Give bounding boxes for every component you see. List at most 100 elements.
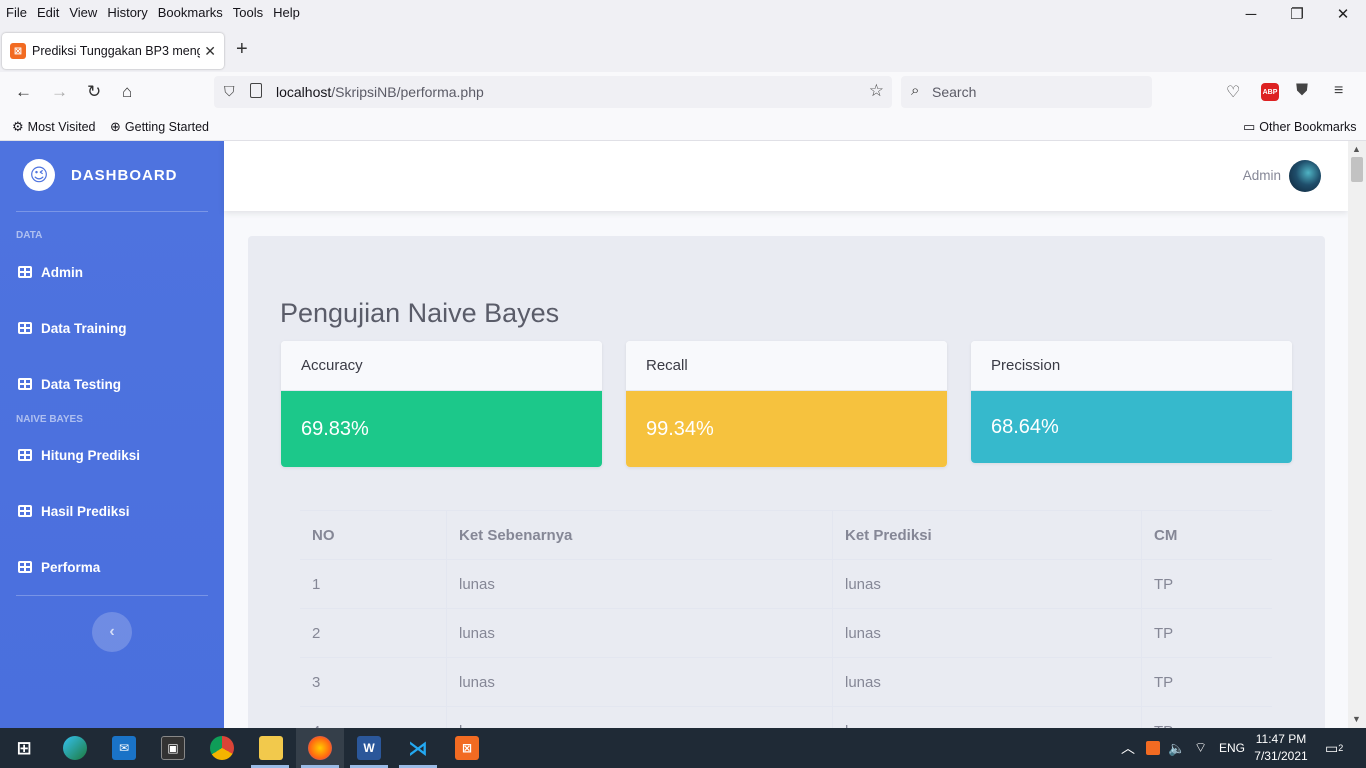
folder-icon: ▭ bbox=[1243, 119, 1256, 134]
search-input[interactable]: ⌕ Search bbox=[901, 76, 1152, 108]
search-placeholder: Search bbox=[932, 84, 977, 100]
table-cell: 1 bbox=[312, 575, 321, 593]
column-header: NO bbox=[312, 526, 335, 544]
scroll-down-icon[interactable]: ▼ bbox=[1352, 714, 1361, 724]
globe-icon: ⊕ bbox=[110, 119, 121, 134]
content-panel: Pengujian Naive Bayes Accuracy 69.83% Re… bbox=[248, 236, 1325, 728]
adblock-plus-icon[interactable]: ABP bbox=[1261, 83, 1279, 101]
table-row: 2 lunas lunas TP bbox=[300, 608, 1272, 657]
bookmark-star-icon[interactable]: ☆ bbox=[869, 81, 884, 101]
browser-tab[interactable]: ⊠ Prediksi Tunggakan BP3 mengg ✕ bbox=[2, 33, 224, 69]
sidebar-divider bbox=[16, 595, 208, 596]
sidebar-item-hitung-prediksi[interactable]: Hitung Prediksi bbox=[0, 440, 224, 470]
table-icon bbox=[18, 266, 32, 278]
page-scrollbar[interactable]: ▲ ▼ bbox=[1348, 141, 1366, 728]
notifications-icon[interactable]: ▭ 2 bbox=[1325, 728, 1343, 768]
sidebar: 😉 DASHBOARD DATA Admin Data Training Dat… bbox=[0, 141, 224, 728]
scrollbar-thumb[interactable] bbox=[1351, 157, 1363, 182]
browser-menubar: File Edit View History Bookmarks Tools H… bbox=[0, 0, 1366, 24]
table-icon bbox=[18, 561, 32, 573]
table-cell: lunas bbox=[446, 560, 832, 608]
forward-icon[interactable]: → bbox=[51, 82, 68, 102]
table-cell: TP bbox=[1141, 609, 1272, 657]
table-cell: TP bbox=[1141, 658, 1272, 706]
gear-icon: ⚙ bbox=[12, 119, 24, 134]
tray-chevron-icon[interactable]: ︿ bbox=[1121, 728, 1135, 768]
windows-start-icon[interactable]: ⊞ bbox=[12, 736, 36, 760]
new-tab-icon[interactable]: + bbox=[236, 38, 248, 61]
web-page: 😉 DASHBOARD DATA Admin Data Training Dat… bbox=[0, 141, 1366, 728]
menu-edit[interactable]: Edit bbox=[32, 5, 64, 20]
menu-file[interactable]: File bbox=[0, 5, 32, 20]
tracking-shield-icon[interactable]: ⛉ bbox=[224, 83, 235, 100]
menu-bookmarks[interactable]: Bookmarks bbox=[153, 5, 228, 20]
avatar[interactable] bbox=[1289, 160, 1321, 192]
table-icon bbox=[18, 505, 32, 517]
table-row: 1 lunas lunas TP bbox=[300, 559, 1272, 608]
chrome-icon[interactable] bbox=[210, 736, 234, 760]
tab-bar: ⊠ Prediksi Tunggakan BP3 mengg ✕ + bbox=[0, 28, 1366, 72]
reload-icon[interactable]: ↻ bbox=[87, 82, 101, 102]
xampp-icon[interactable]: ⊠ bbox=[455, 736, 479, 760]
menu-history[interactable]: History bbox=[102, 5, 152, 20]
xampp-tray-icon[interactable] bbox=[1146, 728, 1160, 768]
card-value: 99.34% bbox=[626, 391, 947, 467]
close-window-icon[interactable]: ✕ bbox=[1320, 0, 1366, 28]
table-cell: lunas bbox=[446, 658, 832, 706]
table-cell: lunas bbox=[832, 658, 1141, 706]
volume-icon[interactable]: 🔈 bbox=[1168, 728, 1185, 768]
table-cell: lunas bbox=[446, 609, 832, 657]
privacy-badger-icon[interactable]: ⛊ bbox=[1296, 82, 1308, 100]
sidebar-item-data-testing[interactable]: Data Testing bbox=[0, 369, 224, 399]
sidebar-toggle-button[interactable]: ‹ bbox=[92, 612, 132, 652]
table-icon bbox=[18, 322, 32, 334]
user-name[interactable]: Admin bbox=[1243, 168, 1281, 183]
edge-icon[interactable] bbox=[63, 736, 87, 760]
tab-close-icon[interactable]: ✕ bbox=[204, 43, 216, 60]
word-icon[interactable]: W bbox=[357, 736, 381, 760]
bookmark-getting-started[interactable]: ⊕ Getting Started bbox=[110, 119, 209, 135]
menu-help[interactable]: Help bbox=[268, 5, 305, 20]
column-header: Ket Sebenarnya bbox=[446, 511, 832, 559]
table-cell: lunas bbox=[446, 707, 832, 728]
bookmark-most-visited[interactable]: ⚙ Most Visited bbox=[12, 119, 96, 135]
column-header: Ket Prediksi bbox=[832, 511, 1141, 559]
xampp-favicon-icon: ⊠ bbox=[10, 43, 26, 59]
table-row: 4 lunas lunas TP bbox=[300, 706, 1272, 728]
clock[interactable]: 11:47 PM 7/31/2021 bbox=[1250, 731, 1312, 765]
hamburger-menu-icon[interactable]: ≡ bbox=[1334, 82, 1343, 100]
sidebar-heading-data: DATA bbox=[16, 230, 43, 241]
sidebar-divider bbox=[16, 211, 208, 212]
navigation-bar: ← → ↻ ⌂ ⛉ localhost/SkripsiNB/performa.p… bbox=[0, 72, 1366, 112]
url-bar[interactable]: ⛉ localhost/SkripsiNB/performa.php ☆ bbox=[214, 76, 892, 108]
sidebar-brand[interactable]: 😉 DASHBOARD bbox=[0, 141, 224, 211]
wink-face-logo-icon: 😉 bbox=[23, 159, 55, 191]
scroll-up-icon[interactable]: ▲ bbox=[1352, 144, 1361, 154]
wifi-icon[interactable]: ⌔ bbox=[1194, 728, 1207, 768]
sidebar-item-hasil-prediksi[interactable]: Hasil Prediksi bbox=[0, 496, 224, 526]
clock-time: 11:47 PM bbox=[1255, 732, 1307, 746]
sidebar-item-admin[interactable]: Admin bbox=[0, 257, 224, 287]
windows-taskbar: ⊞ ✉ ▣ W ⋊ ⊠ ︿ 🔈 ⌔ ENG 11:47 PM 7/31/2021… bbox=[0, 728, 1366, 768]
bookmark-other[interactable]: ▭ Other Bookmarks bbox=[1243, 119, 1357, 135]
back-icon[interactable]: ← bbox=[15, 82, 32, 102]
language-indicator[interactable]: ENG bbox=[1219, 728, 1245, 768]
recall-card: Recall 99.34% bbox=[626, 341, 947, 467]
menu-view[interactable]: View bbox=[64, 5, 102, 20]
card-value: 69.83% bbox=[281, 391, 602, 467]
sidebar-item-data-training[interactable]: Data Training bbox=[0, 313, 224, 343]
file-explorer-icon[interactable] bbox=[259, 736, 283, 760]
page-info-icon[interactable] bbox=[250, 83, 262, 98]
firefox-icon[interactable] bbox=[308, 736, 332, 760]
search-icon: ⌕ bbox=[911, 82, 920, 99]
minimize-icon[interactable]: ─ bbox=[1228, 0, 1274, 28]
pocket-icon[interactable]: ♡ bbox=[1226, 82, 1240, 102]
vscode-icon[interactable]: ⋊ bbox=[406, 736, 430, 760]
mail-icon[interactable]: ✉ bbox=[112, 736, 136, 760]
sidebar-heading-naive-bayes: NAIVE BAYES bbox=[16, 414, 83, 425]
menu-tools[interactable]: Tools bbox=[228, 5, 268, 20]
sidebar-item-performa[interactable]: Performa bbox=[0, 552, 224, 582]
home-icon[interactable]: ⌂ bbox=[122, 82, 132, 102]
restore-icon[interactable]: ❐ bbox=[1274, 0, 1320, 28]
store-icon[interactable]: ▣ bbox=[161, 736, 185, 760]
